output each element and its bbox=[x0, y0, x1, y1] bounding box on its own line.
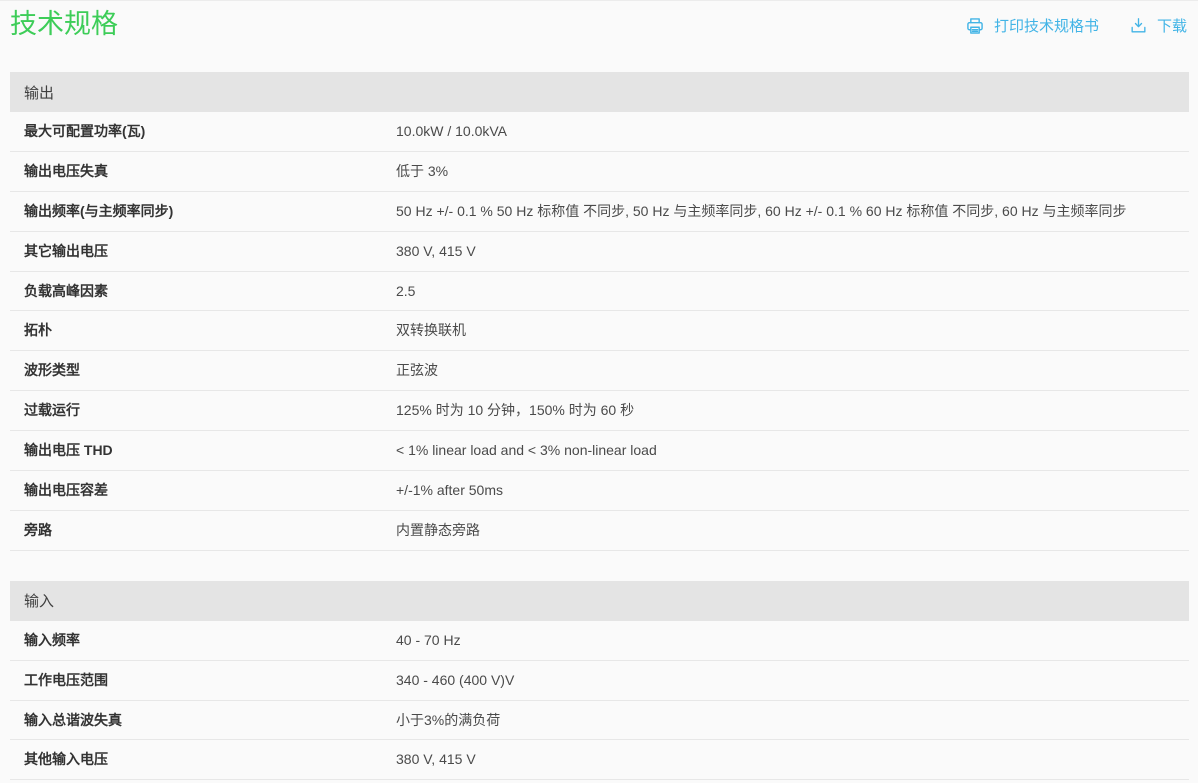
spec-table-row: 输出频率(与主频率同步) 50 Hz +/- 0.1 % 50 Hz 标称值 不… bbox=[10, 192, 1189, 232]
spec-row-label: 其他输入电压 bbox=[10, 740, 396, 779]
spec-row-label: 工作电压范围 bbox=[10, 661, 396, 700]
spec-row-label: 输出电压 THD bbox=[10, 431, 396, 470]
spec-row-value: 2.5 bbox=[396, 272, 1189, 311]
spec-row-value: 340 - 460 (400 V)V bbox=[396, 661, 1189, 700]
spec-row-label: 输出电压失真 bbox=[10, 152, 396, 191]
spec-table-row: 输出电压容差 +/-1% after 50ms bbox=[10, 471, 1189, 511]
spec-row-value: 50 Hz +/- 0.1 % 50 Hz 标称值 不同步, 50 Hz 与主频… bbox=[396, 192, 1189, 231]
spec-table-row: 最大可配置功率(瓦) 10.0kW / 10.0kVA bbox=[10, 112, 1189, 152]
spec-row-value: 10.0kW / 10.0kVA bbox=[396, 112, 1189, 151]
spec-row-value: 380 V, 415 V bbox=[396, 740, 1189, 779]
spec-row-value: 内置静态旁路 bbox=[396, 511, 1189, 550]
spec-row-value: 380 V, 415 V bbox=[396, 232, 1189, 271]
spec-row-label: 最大可配置功率(瓦) bbox=[10, 112, 396, 151]
section-title: 输入 bbox=[24, 590, 54, 611]
spec-table-row: 旁路 内置静态旁路 bbox=[10, 511, 1189, 551]
spec-row-label: 波形类型 bbox=[10, 351, 396, 390]
spec-table-row: 输入总谐波失真 小于3%的满负荷 bbox=[10, 701, 1189, 741]
spec-row-label: 过载运行 bbox=[10, 391, 396, 430]
spec-table-row: 输出电压失真 低于 3% bbox=[10, 152, 1189, 192]
spec-row-value: 低于 3% bbox=[396, 152, 1189, 191]
spec-row-label: 旁路 bbox=[10, 511, 396, 550]
spec-table-row: 其它输出电压 380 V, 415 V bbox=[10, 232, 1189, 272]
spec-row-label: 输入频率 bbox=[10, 621, 396, 660]
download-label: 下载 bbox=[1157, 15, 1187, 36]
spec-table-row: 负载高峰因素 2.5 bbox=[10, 272, 1189, 312]
spec-row-value: 小于3%的满负荷 bbox=[396, 701, 1189, 740]
page-title: 技术规格 bbox=[10, 8, 118, 42]
spec-row-label: 负载高峰因素 bbox=[10, 272, 396, 311]
spec-row-value: < 1% linear load and < 3% non-linear loa… bbox=[396, 431, 1189, 470]
section-rows: 最大可配置功率(瓦) 10.0kW / 10.0kVA 输出电压失真 低于 3%… bbox=[10, 112, 1189, 551]
spec-row-label: 输入总谐波失真 bbox=[10, 701, 396, 740]
section-header: 输出 bbox=[10, 72, 1189, 112]
spec-section-input: 输入 输入频率 40 - 70 Hz 工作电压范围 340 - 460 (400… bbox=[10, 581, 1189, 781]
printer-icon bbox=[965, 16, 985, 36]
spec-table-row: 过载运行 125% 时为 10 分钟，150% 时为 60 秒 bbox=[10, 391, 1189, 431]
header-actions: 打印技术规格书 下载 bbox=[965, 15, 1189, 36]
spec-row-label: 拓朴 bbox=[10, 311, 396, 350]
spec-row-value: +/-1% after 50ms bbox=[396, 471, 1189, 510]
print-techspec-button[interactable]: 打印技术规格书 bbox=[965, 15, 1099, 36]
spec-row-value: 125% 时为 10 分钟，150% 时为 60 秒 bbox=[396, 391, 1189, 430]
download-icon bbox=[1129, 16, 1148, 35]
spec-row-value: 40 - 70 Hz bbox=[396, 621, 1189, 660]
section-title: 输出 bbox=[24, 82, 54, 103]
spec-table-row: 拓朴 双转换联机 bbox=[10, 311, 1189, 351]
page-header: 技术规格 打印技术规格书 bbox=[10, 1, 1189, 72]
spec-row-label: 输出电压容差 bbox=[10, 471, 396, 510]
download-button[interactable]: 下载 bbox=[1129, 15, 1187, 36]
spec-row-label: 其它输出电压 bbox=[10, 232, 396, 271]
section-rows: 输入频率 40 - 70 Hz 工作电压范围 340 - 460 (400 V)… bbox=[10, 621, 1189, 781]
spec-table-row: 输出电压 THD < 1% linear load and < 3% non-l… bbox=[10, 431, 1189, 471]
spec-section-output: 输出 最大可配置功率(瓦) 10.0kW / 10.0kVA 输出电压失真 低于… bbox=[10, 72, 1189, 551]
techspec-page: 技术规格 打印技术规格书 bbox=[0, 1, 1198, 780]
spec-row-value: 双转换联机 bbox=[396, 311, 1189, 350]
spec-row-label: 输出频率(与主频率同步) bbox=[10, 192, 396, 231]
spec-table-row: 其他输入电压 380 V, 415 V bbox=[10, 740, 1189, 780]
spec-table-row: 输入频率 40 - 70 Hz bbox=[10, 621, 1189, 661]
section-header: 输入 bbox=[10, 581, 1189, 621]
spec-table-row: 工作电压范围 340 - 460 (400 V)V bbox=[10, 661, 1189, 701]
spec-table-row: 波形类型 正弦波 bbox=[10, 351, 1189, 391]
print-techspec-label: 打印技术规格书 bbox=[994, 15, 1099, 36]
spec-row-value: 正弦波 bbox=[396, 351, 1189, 390]
